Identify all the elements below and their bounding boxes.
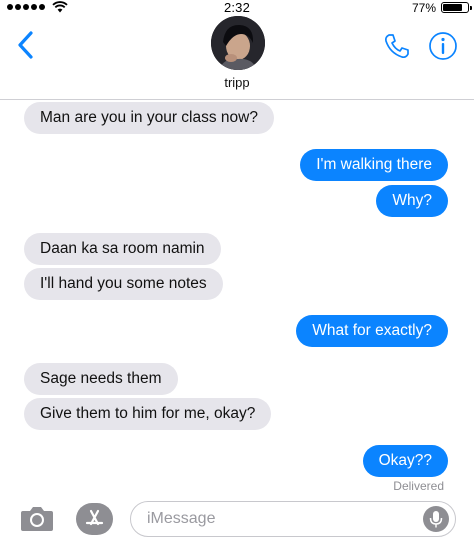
microphone-icon[interactable] (423, 506, 449, 532)
battery-icon (441, 2, 472, 13)
incoming-message-bubble[interactable]: Sage needs them (24, 363, 178, 395)
app-store-icon[interactable] (76, 503, 113, 535)
incoming-message-bubble[interactable]: Man are you in your class now? (24, 102, 274, 134)
chevron-left-icon[interactable] (14, 30, 38, 60)
incoming-message-bubble[interactable]: I'll hand you some notes (24, 268, 223, 300)
message-input[interactable] (147, 502, 417, 535)
delivered-status: Delivered (393, 479, 444, 493)
status-time: 2:32 (223, 0, 251, 15)
camera-icon[interactable] (20, 503, 54, 533)
incoming-message-bubble[interactable]: Daan ka sa room namin (24, 233, 221, 265)
outgoing-message-bubble[interactable]: Okay?? (362, 445, 448, 477)
info-icon[interactable] (428, 31, 458, 61)
outgoing-message-bubble[interactable]: What for exactly? (296, 315, 448, 347)
contact-name[interactable]: tripp (0, 75, 474, 90)
battery-percentage: 77% (411, 1, 436, 15)
conversation-header: tripp (0, 16, 474, 100)
phone-icon[interactable] (382, 31, 412, 61)
incoming-message-bubble[interactable]: Give them to him for me, okay? (24, 398, 272, 430)
outgoing-message-bubble[interactable]: Why? (376, 185, 448, 217)
outgoing-message-bubble[interactable]: I'm walking there (300, 149, 448, 181)
contact-avatar[interactable] (211, 16, 265, 70)
status-bar: 2:32 77% (0, 0, 474, 16)
message-input-container[interactable] (130, 501, 456, 537)
